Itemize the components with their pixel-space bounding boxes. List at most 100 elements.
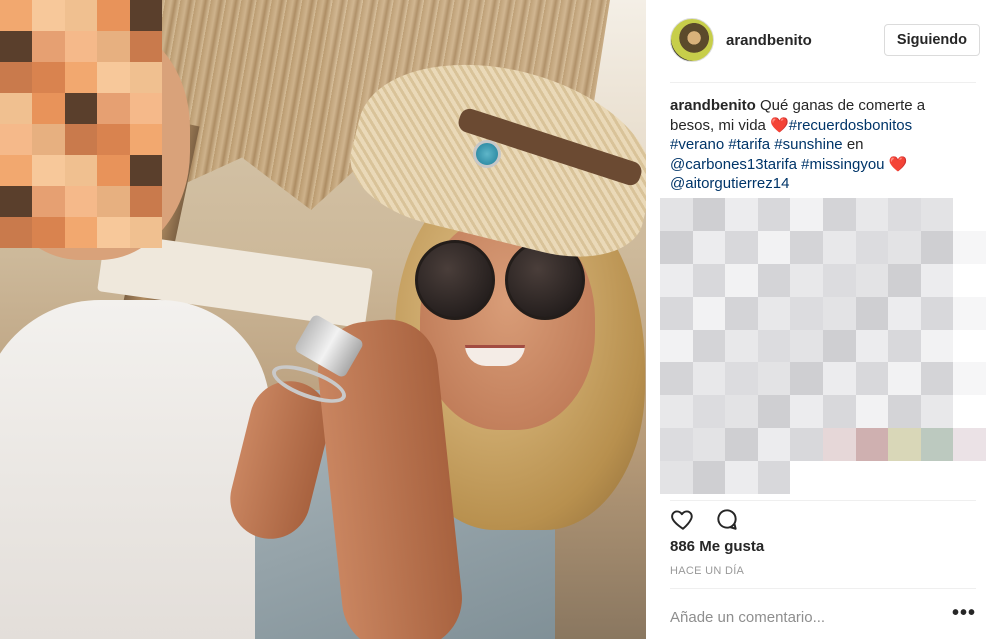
hashtag-tarifa[interactable]: #tarifa — [728, 136, 770, 153]
pixel-block — [920, 362, 954, 396]
pixel-block — [32, 0, 65, 31]
pixel-block — [822, 296, 856, 330]
pixel-block — [660, 395, 693, 429]
pixel-block — [757, 263, 791, 297]
pixel-block — [97, 0, 130, 31]
pixel-block — [32, 155, 65, 186]
pixel-block — [0, 186, 33, 217]
pixel-block — [953, 230, 986, 264]
pixel-block — [725, 395, 758, 429]
pixel-block — [32, 186, 65, 217]
pixel-block — [129, 186, 162, 217]
pixel-block — [920, 296, 954, 330]
pixel-block — [953, 362, 986, 396]
pixel-block — [97, 93, 130, 124]
pixel-block — [790, 263, 823, 297]
pixel-block — [64, 0, 98, 31]
pixel-block — [822, 395, 856, 429]
pixel-block — [953, 198, 986, 231]
hashtag-sunshine[interactable]: #sunshine — [774, 136, 842, 153]
pixel-block — [888, 329, 921, 363]
pixel-block — [953, 263, 986, 297]
pixel-block — [64, 217, 98, 248]
pixel-block — [97, 155, 130, 186]
comment-box: ••• — [670, 600, 976, 634]
pixel-block — [855, 198, 889, 231]
pixel-block — [822, 362, 856, 396]
pixel-block — [757, 230, 791, 264]
pixel-block — [888, 362, 921, 396]
comment-divider — [670, 588, 976, 589]
pixel-block — [888, 461, 921, 494]
pixel-block — [822, 461, 856, 494]
caption-username[interactable]: arandbenito — [670, 97, 756, 114]
pixel-block — [64, 62, 98, 93]
pixel-block — [855, 230, 889, 264]
mention-aitorgutierrez14[interactable]: @aitorgutierrez14 — [670, 175, 789, 192]
pixel-block — [888, 198, 921, 231]
action-bar — [670, 506, 740, 532]
pixel-block — [0, 62, 33, 93]
pixel-block — [32, 93, 65, 124]
pixel-block — [920, 461, 954, 494]
pixel-block — [953, 461, 986, 494]
pixel-block — [64, 124, 98, 155]
pixel-block — [790, 198, 823, 231]
hashtag-missingyou[interactable]: #missingyou — [801, 156, 884, 173]
pixel-block — [660, 296, 693, 330]
comment-bubble-icon[interactable] — [714, 506, 740, 532]
pixel-block — [953, 296, 986, 330]
pixel-block — [692, 461, 726, 494]
pixel-block — [888, 428, 921, 462]
pixel-block — [0, 155, 33, 186]
pixel-block — [757, 428, 791, 462]
pixel-block — [888, 230, 921, 264]
pixel-block — [97, 217, 130, 248]
pixel-block — [129, 155, 162, 186]
pixel-block — [822, 428, 856, 462]
pixel-block — [822, 230, 856, 264]
pixel-block — [725, 461, 758, 494]
pixel-block — [660, 461, 693, 494]
pixel-block — [725, 362, 758, 396]
pixel-block — [790, 461, 823, 494]
pixel-block — [888, 395, 921, 429]
pixel-block — [129, 31, 162, 62]
pixel-block — [0, 31, 33, 62]
post-photo[interactable] — [0, 0, 646, 639]
likes-count[interactable]: 886 Me gusta — [670, 538, 764, 555]
pixel-block — [0, 93, 33, 124]
pixel-block — [790, 329, 823, 363]
pixelated-face — [0, 0, 162, 248]
pixel-block — [920, 428, 954, 462]
pixel-block — [790, 362, 823, 396]
pixel-block — [692, 362, 726, 396]
photo-hat-stone — [473, 140, 501, 168]
pixel-block — [757, 296, 791, 330]
more-horizontal-icon[interactable]: ••• — [952, 603, 976, 626]
comment-input[interactable] — [670, 608, 952, 626]
pixel-block — [32, 62, 65, 93]
pixel-block — [920, 263, 954, 297]
instagram-post: arandbenito Siguiendo arandbenito Qué ga… — [0, 0, 1000, 639]
hashtag-verano[interactable]: #verano — [670, 136, 724, 153]
following-button[interactable]: Siguiendo — [883, 24, 980, 56]
caption-text-en: en — [846, 136, 864, 153]
pixel-block — [129, 217, 162, 248]
header-divider — [670, 82, 976, 83]
pixel-block — [0, 0, 33, 31]
avatar[interactable] — [670, 18, 714, 62]
heart-outline-icon[interactable] — [670, 506, 696, 532]
pixel-block — [790, 428, 823, 462]
hashtag-recuerdosbonitos[interactable]: #recuerdosbonitos — [789, 117, 912, 134]
pixel-block — [855, 461, 889, 494]
header-username[interactable]: arandbenito — [726, 32, 812, 49]
mention-carbones13tarifa[interactable]: @carbones13tarifa — [670, 156, 797, 173]
pixel-block — [660, 263, 693, 297]
pixel-block — [97, 62, 130, 93]
pixel-block — [97, 124, 130, 155]
pixel-block — [725, 230, 758, 264]
pixel-block — [129, 62, 162, 93]
pixel-block — [855, 263, 889, 297]
pixel-block — [920, 230, 954, 264]
